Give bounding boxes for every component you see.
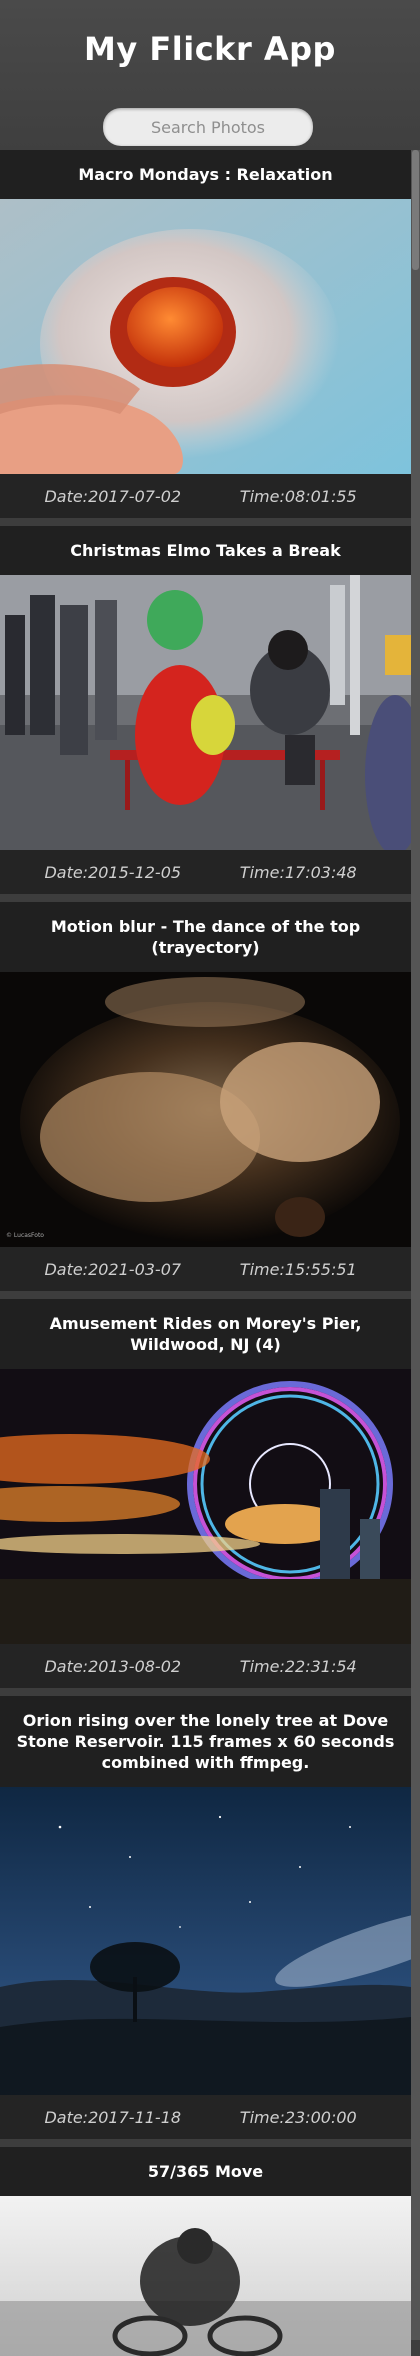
photo-meta: Date:2017-11-18 Time:23:00:00 xyxy=(0,2095,411,2139)
photo-time: Time:22:31:54 xyxy=(239,1656,357,1676)
photo-date: Date:2017-11-18 xyxy=(44,2107,182,2127)
photo-time: Time:08:01:55 xyxy=(239,486,357,506)
photo-card[interactable]: Motion blur - The dance of the top (tray… xyxy=(0,902,411,1291)
photo-image[interactable] xyxy=(0,199,411,474)
photo-date: Date:2013-08-02 xyxy=(44,1656,182,1676)
search-input[interactable] xyxy=(103,108,313,146)
photo-title: 57/365 Move xyxy=(0,2147,411,2196)
photo-time: Time:17:03:48 xyxy=(239,862,357,882)
photo-card[interactable]: Orion rising over the lonely tree at Dov… xyxy=(0,1696,411,2139)
photo-image[interactable] xyxy=(0,1369,411,1644)
photo-watermark: © LucasFoto xyxy=(6,1232,44,1239)
photo-image[interactable] xyxy=(0,575,411,850)
app-title: My Flickr App xyxy=(84,30,336,68)
photo-title: Amusement Rides on Morey's Pier, Wildwoo… xyxy=(0,1299,411,1369)
photo-card[interactable]: Macro Mondays : Relaxation Date:2017-07-… xyxy=(0,150,411,518)
page-scrollbar[interactable] xyxy=(411,150,420,2340)
app-header: My Flickr App xyxy=(0,0,420,150)
photo-meta: Date:2021-03-07 Time:15:55:51 xyxy=(0,1247,411,1291)
photo-time: Time:23:00:00 xyxy=(239,2107,357,2127)
photo-date: Date:2015-12-05 xyxy=(44,862,182,882)
photo-title: Orion rising over the lonely tree at Dov… xyxy=(0,1696,411,1787)
photo-meta: Date:2015-12-05 Time:17:03:48 xyxy=(0,850,411,894)
photo-title: Motion blur - The dance of the top (tray… xyxy=(0,902,411,972)
photo-card[interactable]: Christmas Elmo Takes a Break Date:2015-1… xyxy=(0,526,411,894)
photo-title: Christmas Elmo Takes a Break xyxy=(0,526,411,575)
photo-image[interactable] xyxy=(0,2196,411,2356)
photo-card[interactable]: 57/365 Move xyxy=(0,2147,411,2356)
photo-feed: Macro Mondays : Relaxation Date:2017-07-… xyxy=(0,150,420,2356)
photo-time: Time:15:55:51 xyxy=(239,1259,357,1279)
photo-date: Date:2021-03-07 xyxy=(44,1259,182,1279)
photo-meta: Date:2013-08-02 Time:22:31:54 xyxy=(0,1644,411,1688)
scrollbar-thumb[interactable] xyxy=(412,150,419,270)
photo-image[interactable]: © LucasFoto xyxy=(0,972,411,1247)
photo-meta: Date:2017-07-02 Time:08:01:55 xyxy=(0,474,411,518)
photo-image[interactable] xyxy=(0,1787,411,2095)
photo-date: Date:2017-07-02 xyxy=(44,486,182,506)
photo-title: Macro Mondays : Relaxation xyxy=(0,150,411,199)
photo-card[interactable]: Amusement Rides on Morey's Pier, Wildwoo… xyxy=(0,1299,411,1688)
